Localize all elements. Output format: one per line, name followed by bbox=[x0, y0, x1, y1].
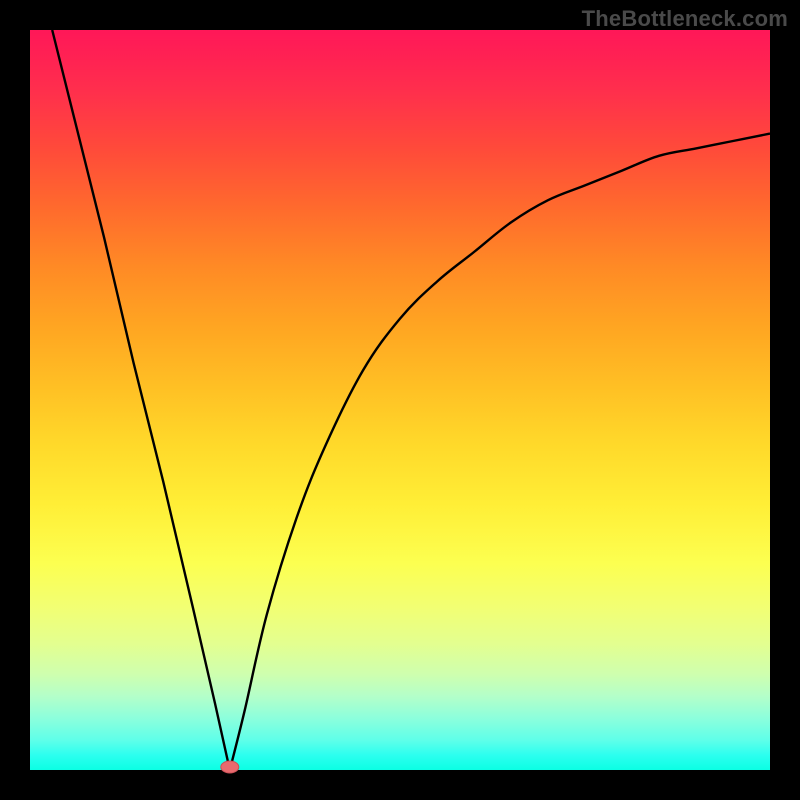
minimum-marker bbox=[221, 761, 239, 773]
watermark-text: TheBottleneck.com bbox=[582, 6, 788, 32]
curve-path bbox=[52, 30, 770, 770]
bottleneck-curve bbox=[30, 30, 770, 770]
plot-area bbox=[30, 30, 770, 770]
chart-frame: TheBottleneck.com bbox=[0, 0, 800, 800]
